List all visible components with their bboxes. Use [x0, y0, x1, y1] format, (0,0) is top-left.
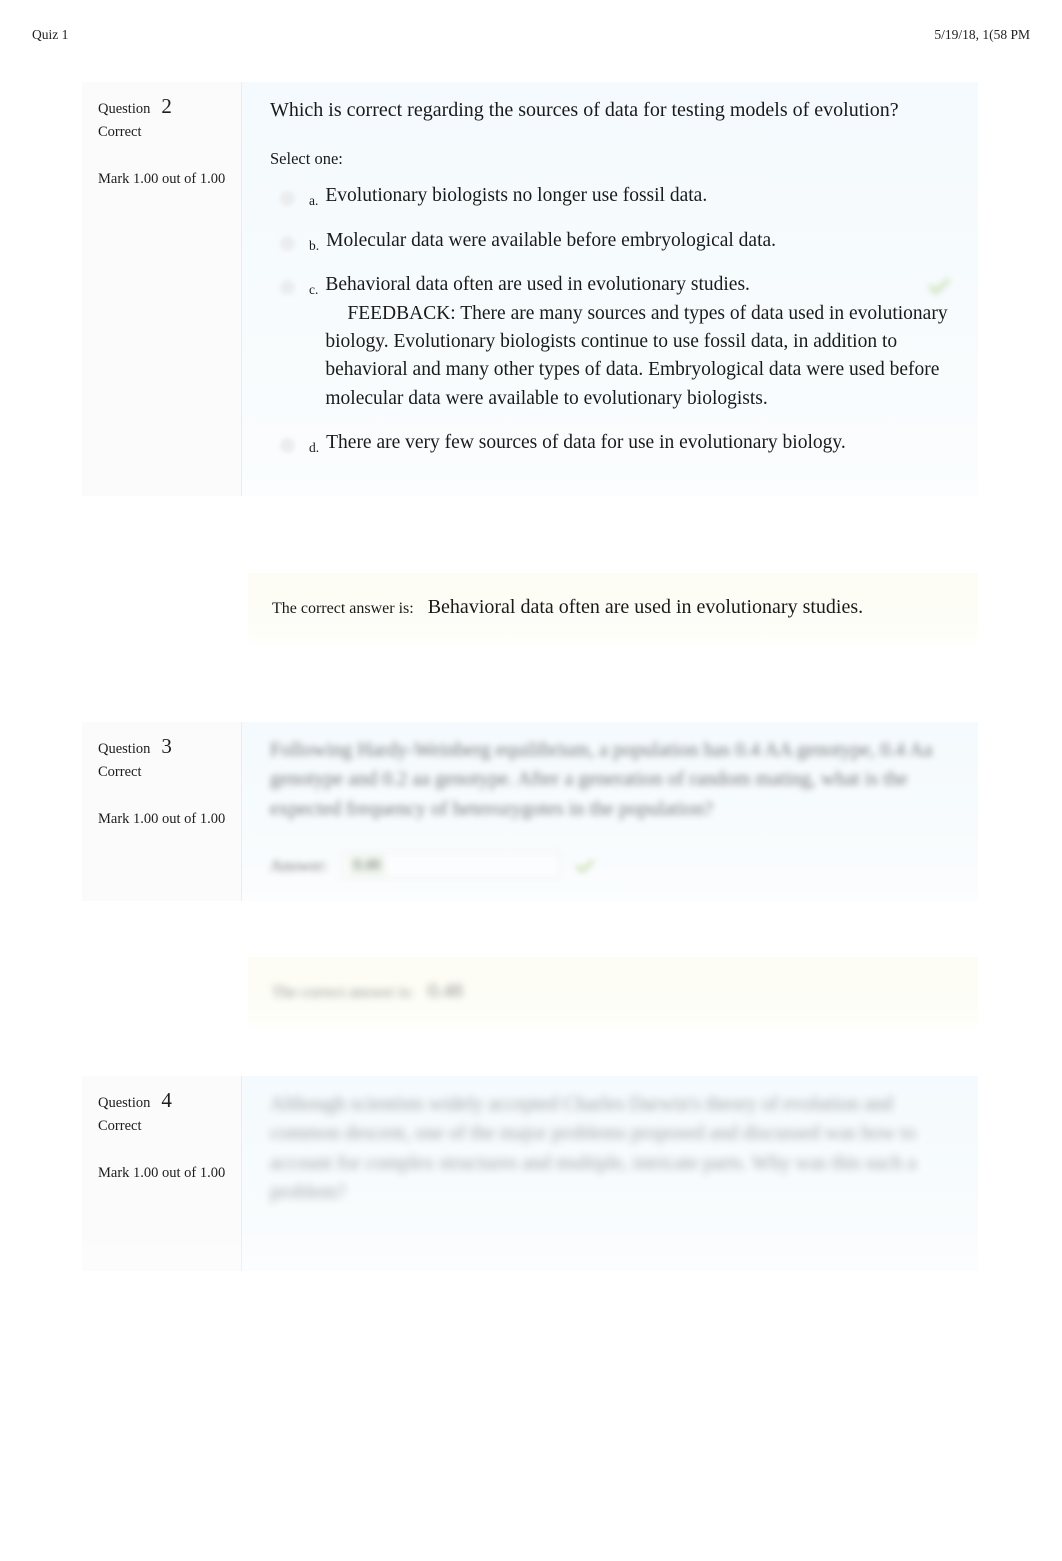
question-number-row: Question 4	[98, 1090, 227, 1115]
check-icon	[928, 278, 950, 294]
correct-answer-band-3: The correct answer is: 0.48	[248, 957, 978, 1028]
question-text: Which is correct regarding the sources o…	[270, 99, 899, 121]
question-info-2: Question 2 Correct Mark 1.00 out of 1.00	[82, 82, 242, 496]
option-text: Evolutionary biologists no longer use fo…	[325, 185, 708, 207]
answer-option-a[interactable]: a. Evolutionary biologists no longer use…	[270, 182, 956, 210]
option-letter: c.	[309, 282, 319, 298]
question-info-3: Question 3 Correct Mark 1.00 out of 1.00	[82, 722, 242, 902]
answer-options-list: a. Evolutionary biologists no longer use…	[270, 182, 956, 458]
question-body-4: Although scientists widely accepted Char…	[242, 1076, 978, 1271]
question-status: Correct	[98, 764, 142, 781]
option-letter: b.	[309, 237, 320, 253]
correct-answer-value: Behavioral data often are used in evolut…	[427, 596, 864, 618]
question-mark: Mark 1.00 out of 1.00	[98, 170, 226, 187]
option-feedback-text: FEEDBACK: There are many sources and typ…	[325, 302, 948, 409]
check-icon	[575, 859, 594, 873]
select-one-prompt: Select one:	[270, 149, 343, 169]
radio-button-icon[interactable]	[280, 191, 295, 207]
option-letter: a.	[309, 193, 319, 209]
question-label: Question	[98, 741, 151, 757]
answer-option-c-selected[interactable]: c. Behavioral data often are used in evo…	[270, 271, 956, 413]
option-letter: d.	[309, 440, 320, 456]
radio-button-icon[interactable]	[280, 438, 295, 454]
radio-button-icon[interactable]	[280, 235, 295, 251]
question-text: Following Hardy-Weinberg equilibrium, a …	[270, 739, 933, 820]
page-header: Quiz 1 5/19/18, 1(58 PM	[32, 27, 1030, 47]
question-number-row: Question 3	[98, 736, 227, 761]
correct-answer-band-2: The correct answer is: Behavioral data of…	[248, 573, 978, 644]
question-block-3: Question 3 Correct Mark 1.00 out of 1.00…	[82, 722, 978, 902]
correct-answer-label: The correct answer is:	[272, 984, 414, 1001]
print-timestamp: 5/19/18, 1(58 PM	[934, 27, 1030, 42]
question-mark: Mark 1.00 out of 1.00	[98, 1164, 226, 1181]
question-body-3: Following Hardy-Weinberg equilibrium, a …	[242, 722, 978, 902]
question-label: Question	[98, 101, 151, 117]
answer-option-d[interactable]: d. There are very few sources of data fo…	[270, 429, 956, 457]
question-text: Although scientists widely accepted Char…	[270, 1093, 917, 1204]
answer-label: Answer:	[270, 855, 328, 875]
document-title: Quiz 1	[32, 27, 69, 42]
question-number: 2	[161, 94, 172, 118]
question-mark: Mark 1.00 out of 1.00	[98, 810, 226, 827]
question-info-4: Question 4 Correct Mark 1.00 out of 1.00	[82, 1076, 242, 1271]
answer-value: 0.48	[348, 856, 385, 876]
option-text: Behavioral data often are used in evolut…	[325, 274, 750, 296]
question-block-2: Question 2 Correct Mark 1.00 out of 1.00…	[82, 82, 978, 496]
question-block-4: Question 4 Correct Mark 1.00 out of 1.00…	[82, 1076, 978, 1271]
answer-input-row[interactable]: Answer: 0.48	[270, 852, 956, 880]
question-status: Correct	[98, 124, 142, 141]
option-text: Molecular data were available before emb…	[326, 229, 777, 251]
correct-answer-value: 0.48	[427, 980, 463, 1002]
answer-input[interactable]: 0.48	[341, 852, 560, 880]
page-bottom-fade	[0, 1221, 1062, 1561]
option-text: There are very few sources of data for u…	[326, 432, 846, 454]
radio-button-icon[interactable]	[280, 280, 295, 296]
question-label: Question	[98, 1095, 151, 1111]
correct-answer-label: The correct answer is:	[272, 600, 414, 617]
question-number: 3	[161, 734, 172, 758]
answer-option-b[interactable]: b. Molecular data were available before …	[270, 227, 956, 255]
question-status: Correct	[98, 1118, 142, 1135]
option-text-with-feedback: Behavioral data often are used in evolut…	[325, 271, 956, 413]
question-body-2: Which is correct regarding the sources o…	[242, 82, 978, 496]
question-number-row: Question 2	[98, 96, 227, 121]
question-number: 4	[161, 1088, 172, 1112]
